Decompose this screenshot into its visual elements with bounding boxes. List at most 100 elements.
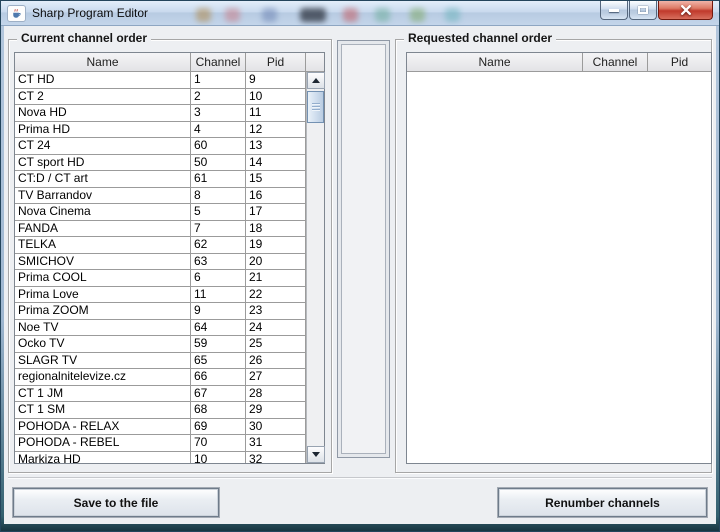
maximize-icon [638, 6, 648, 14]
scroll-down-button[interactable] [307, 446, 325, 463]
table-row[interactable]: CT 2210 [15, 89, 306, 106]
cell-pid: 9 [246, 72, 306, 88]
table-row[interactable]: TELKA6219 [15, 237, 306, 254]
table-row[interactable]: SMICHOV6320 [15, 254, 306, 271]
save-button[interactable]: Save to the file [13, 488, 219, 517]
cell-channel: 8 [191, 188, 246, 204]
triangle-down-icon [312, 452, 320, 457]
cell-channel: 68 [191, 402, 246, 418]
cell-pid: 12 [246, 122, 306, 138]
renumber-button[interactable]: Renumber channels [498, 488, 707, 517]
cell-pid: 17 [246, 204, 306, 220]
cell-channel: 64 [191, 320, 246, 336]
cell-channel: 4 [191, 122, 246, 138]
current-channel-table: Name Channel Pid CT HD19CT 2210Nova HD31… [14, 52, 325, 464]
cell-channel: 10 [191, 452, 246, 464]
scroll-up-button[interactable] [307, 72, 325, 89]
column-header-pid[interactable]: Pid [648, 53, 711, 72]
requested-channel-order-group: Requested channel order Name Channel Pid [395, 39, 712, 473]
table-row[interactable]: TV Barrandov816 [15, 188, 306, 205]
table-row[interactable]: CT 1 SM6829 [15, 402, 306, 419]
cell-pid: 30 [246, 419, 306, 435]
cell-channel: 3 [191, 105, 246, 121]
cell-channel: 59 [191, 336, 246, 352]
column-header-channel[interactable]: Channel [191, 53, 246, 72]
close-icon [680, 5, 692, 15]
cell-pid: 25 [246, 336, 306, 352]
cell-channel: 9 [191, 303, 246, 319]
scrollbar-thumb[interactable] [307, 91, 324, 123]
cell-channel: 65 [191, 353, 246, 369]
column-header-pid[interactable]: Pid [246, 53, 306, 72]
table-row[interactable]: Prima COOL621 [15, 270, 306, 287]
cell-channel: 11 [191, 287, 246, 303]
cell-channel: 62 [191, 237, 246, 253]
java-coffee-cup-icon[interactable] [7, 5, 26, 22]
cell-pid: 19 [246, 237, 306, 253]
cell-pid: 11 [246, 105, 306, 121]
table-row[interactable]: Prima ZOOM923 [15, 303, 306, 320]
table-row[interactable]: CT sport HD5014 [15, 155, 306, 172]
cell-pid: 31 [246, 435, 306, 451]
cell-name: CT:D / CT art [15, 171, 191, 187]
cell-pid: 24 [246, 320, 306, 336]
cell-pid: 16 [246, 188, 306, 204]
table-header: Name Channel Pid [15, 53, 324, 72]
column-header-name[interactable]: Name [407, 53, 583, 72]
table-row[interactable]: Noe TV6424 [15, 320, 306, 337]
table-row[interactable]: Prima Love1122 [15, 287, 306, 304]
window-controls [599, 1, 713, 20]
cell-name: TELKA [15, 237, 191, 253]
client-area: Current channel order Name Channel Pid C… [4, 26, 716, 524]
cell-name: Ocko TV [15, 336, 191, 352]
table-row[interactable]: POHODA - REBEL7031 [15, 435, 306, 452]
close-button[interactable] [658, 1, 713, 20]
cell-channel: 1 [191, 72, 246, 88]
cell-channel: 2 [191, 89, 246, 105]
table-row[interactable]: CT 246013 [15, 138, 306, 155]
requested-channel-table: Name Channel Pid [406, 52, 712, 464]
cell-pid: 13 [246, 138, 306, 154]
cell-channel: 6 [191, 270, 246, 286]
cell-pid: 10 [246, 89, 306, 105]
column-header-name[interactable]: Name [15, 53, 191, 72]
cell-name: CT sport HD [15, 155, 191, 171]
cell-pid: 21 [246, 270, 306, 286]
vertical-scrollbar[interactable] [306, 72, 324, 463]
cell-pid: 15 [246, 171, 306, 187]
cell-pid: 20 [246, 254, 306, 270]
table-body [407, 72, 711, 463]
table-row[interactable]: Markiza HD1032 [15, 452, 306, 464]
table-row[interactable]: Nova HD311 [15, 105, 306, 122]
cell-channel: 69 [191, 419, 246, 435]
maximize-button[interactable] [629, 1, 657, 20]
cell-channel: 67 [191, 386, 246, 402]
table-row[interactable]: regionalnitelevize.cz6627 [15, 369, 306, 386]
minimize-icon [609, 9, 619, 12]
cell-pid: 27 [246, 369, 306, 385]
cell-pid: 29 [246, 402, 306, 418]
cell-name: TV Barrandov [15, 188, 191, 204]
table-row[interactable]: Ocko TV5925 [15, 336, 306, 353]
table-row[interactable]: Prima HD412 [15, 122, 306, 139]
cell-pid: 18 [246, 221, 306, 237]
cell-channel: 5 [191, 204, 246, 220]
table-row[interactable]: FANDA718 [15, 221, 306, 238]
cell-name: CT 2 [15, 89, 191, 105]
table-row[interactable]: CT 1 JM6728 [15, 386, 306, 403]
cell-name: Noe TV [15, 320, 191, 336]
table-row[interactable]: Nova Cinema517 [15, 204, 306, 221]
table-row[interactable]: POHODA - RELAX6930 [15, 419, 306, 436]
cell-name: Prima HD [15, 122, 191, 138]
table-body: CT HD19CT 2210Nova HD311Prima HD412CT 24… [15, 72, 306, 463]
minimize-button[interactable] [600, 1, 628, 20]
window-title: Sharp Program Editor [32, 6, 148, 20]
table-row[interactable]: SLAGR TV6526 [15, 353, 306, 370]
table-row[interactable]: CT HD19 [15, 72, 306, 89]
table-row[interactable]: CT:D / CT art6115 [15, 171, 306, 188]
cell-pid: 28 [246, 386, 306, 402]
cell-channel: 70 [191, 435, 246, 451]
cell-name: POHODA - RELAX [15, 419, 191, 435]
column-header-channel[interactable]: Channel [583, 53, 648, 72]
cell-pid: 23 [246, 303, 306, 319]
